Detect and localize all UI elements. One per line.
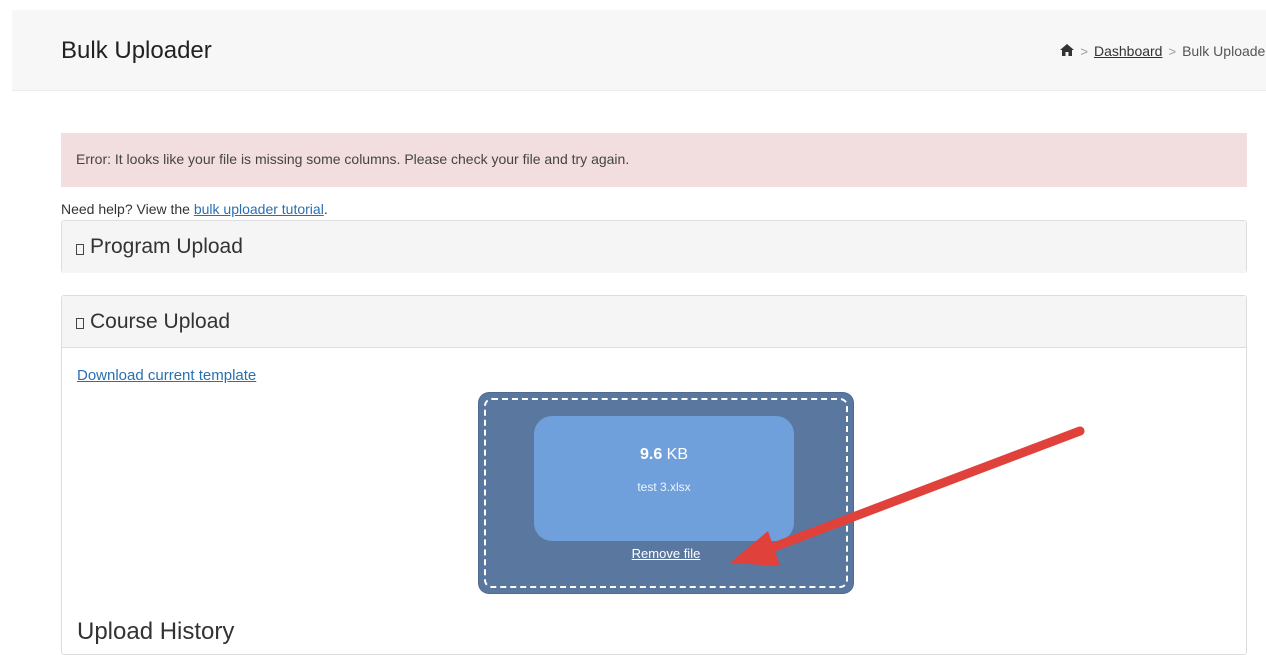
breadcrumb-separator: > [1168,43,1177,59]
breadcrumb-current: Bulk Uploader [1182,43,1266,59]
file-preview-card: 9.6 KB test 3.xlsx [534,416,794,541]
file-dropzone[interactable]: 9.6 KB test 3.xlsx Remove file [479,393,853,593]
file-size: 9.6 KB [534,446,794,464]
course-upload-title: Course Upload [90,309,231,333]
program-upload-heading[interactable]: Program Upload [62,221,1246,273]
upload-history-heading: Upload History [77,618,235,645]
collapse-toggle-icon [76,318,84,329]
tutorial-link[interactable]: bulk uploader tutorial [194,201,324,217]
file-size-value: 9.6 [639,446,663,463]
breadcrumb-separator: > [1080,43,1088,59]
breadcrumb-dashboard-link[interactable]: Dashboard [1094,43,1163,59]
error-alert: Error: It looks like your file is missin… [61,133,1247,187]
file-size-unit: KB [666,446,689,463]
home-icon[interactable] [1060,43,1075,59]
page-header: Bulk Uploader > Dashboard > Bulk Uploade… [12,10,1266,91]
course-upload-heading[interactable]: Course Upload [62,296,1246,348]
breadcrumb: > Dashboard > Bulk Uploader [1060,43,1266,59]
page-title: Bulk Uploader [61,37,212,64]
help-text: Need help? View the bulk uploader tutori… [61,201,328,217]
program-upload-title: Program Upload [90,235,243,258]
file-name: test 3.xlsx [637,480,691,494]
collapse-toggle-icon [76,243,84,255]
remove-file-link[interactable]: Remove file [479,546,853,561]
help-prefix: Need help? View the [61,201,194,217]
program-upload-panel: Program Upload [61,220,1247,273]
error-message: Error: It looks like your file is missin… [76,151,630,167]
help-suffix: . [323,201,328,217]
course-upload-panel: Course Upload Download current template … [61,295,1247,655]
download-template-link[interactable]: Download current template [77,367,256,384]
